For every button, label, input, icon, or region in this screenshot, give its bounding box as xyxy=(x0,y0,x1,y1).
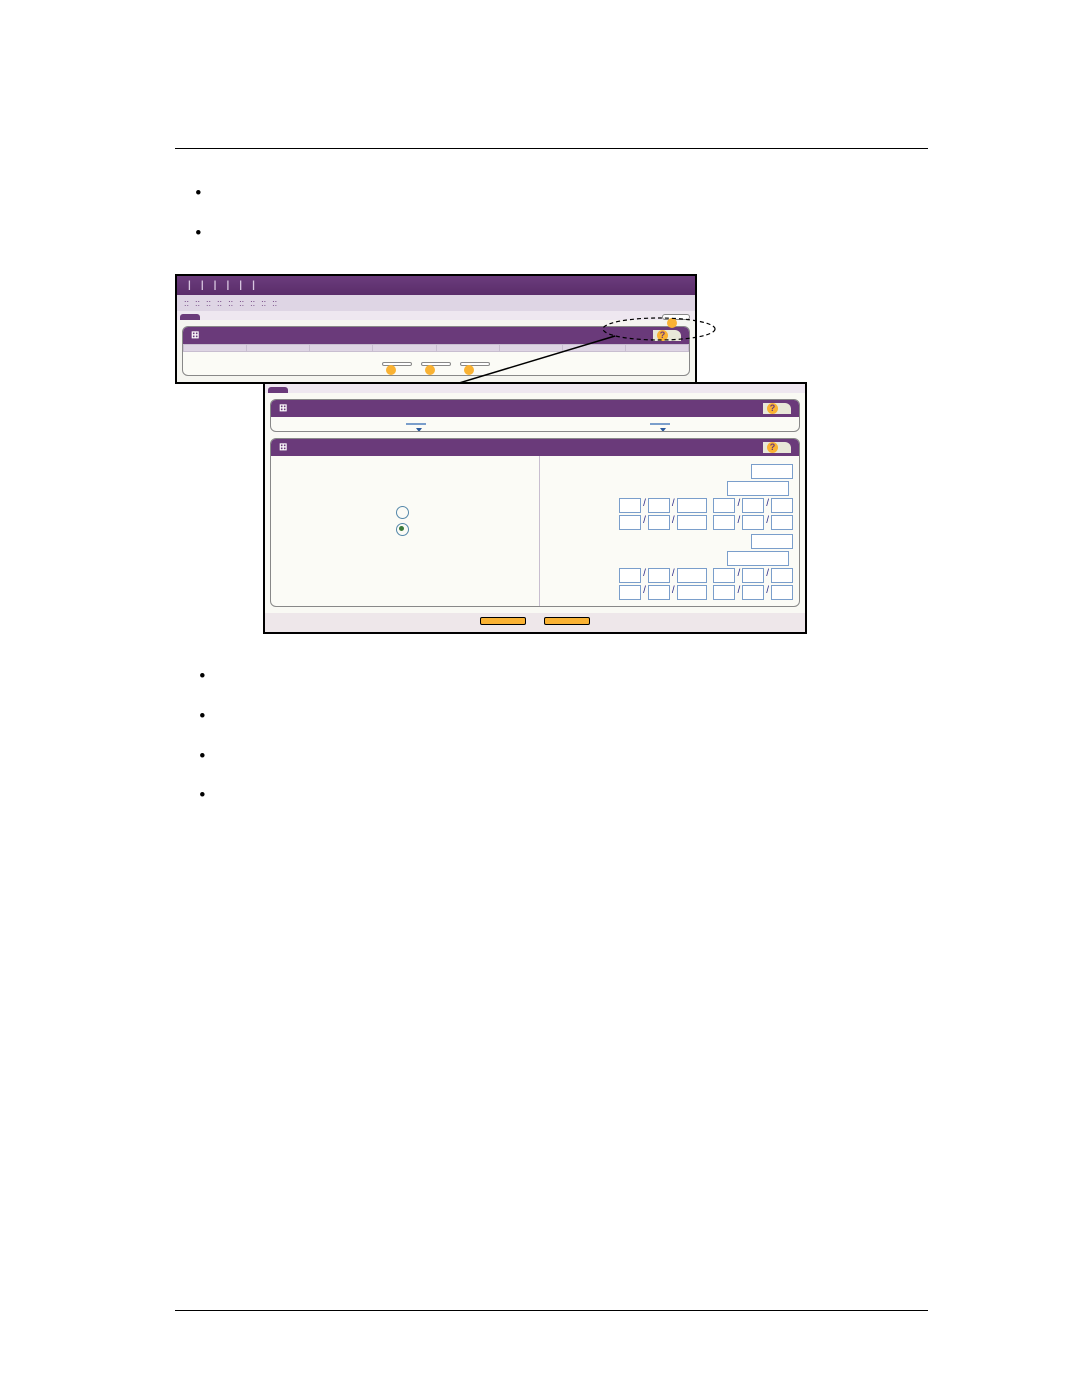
help-link[interactable] xyxy=(763,442,791,453)
auth-question-area xyxy=(271,456,539,606)
col-header xyxy=(562,345,625,352)
panel-title: ⊞ xyxy=(279,442,287,453)
apply-button[interactable] xyxy=(480,617,526,625)
md5-auth-key-input[interactable] xyxy=(727,551,789,566)
date-input[interactable] xyxy=(742,585,764,600)
static-routes-table xyxy=(183,344,689,352)
add-button[interactable] xyxy=(460,362,490,366)
date-input[interactable] xyxy=(677,515,707,530)
panel-title: ⊞ xyxy=(279,403,287,414)
button-row xyxy=(183,352,689,375)
date-input[interactable] xyxy=(619,498,641,513)
delete-button[interactable] xyxy=(421,362,451,366)
auth-panel: ⊞ xyxy=(270,438,800,607)
radio-no[interactable] xyxy=(281,523,529,536)
page-header xyxy=(175,140,928,149)
date-input[interactable] xyxy=(677,568,707,583)
date-input[interactable] xyxy=(771,585,793,600)
rip-direction-select[interactable] xyxy=(406,423,426,425)
md5-key-id-input[interactable] xyxy=(751,534,793,549)
col-header xyxy=(436,345,499,352)
date-input[interactable] xyxy=(771,498,793,513)
bullet-dot: • xyxy=(195,181,215,207)
date-input[interactable] xyxy=(742,515,764,530)
col-header xyxy=(373,345,436,352)
date-input[interactable] xyxy=(677,585,707,600)
date-input[interactable] xyxy=(771,568,793,583)
screenshot-rip-config: ⊞ ⊞ xyxy=(263,382,807,634)
bullet-item: • xyxy=(199,664,928,690)
rip-settings-row xyxy=(271,417,799,431)
sub-nav: :: :: :: :: :: :: :: :::: xyxy=(177,295,695,311)
md5-key-id-input[interactable] xyxy=(751,464,793,479)
date-input[interactable] xyxy=(742,498,764,513)
key-parameters-area: // // // // xyxy=(539,456,800,606)
rip-panel: ⊞ xyxy=(270,399,800,432)
tab-rip-configuration[interactable] xyxy=(268,387,288,393)
page-footer xyxy=(175,1310,928,1317)
date-input[interactable] xyxy=(713,515,735,530)
date-input[interactable] xyxy=(648,585,670,600)
date-input[interactable] xyxy=(713,585,735,600)
date-input[interactable] xyxy=(648,568,670,583)
bullet-item: • xyxy=(199,704,928,730)
bullet-item: • xyxy=(199,783,928,809)
select-all-button[interactable] xyxy=(382,362,412,366)
date-input[interactable] xyxy=(619,568,641,583)
date-input[interactable] xyxy=(677,498,707,513)
col-header xyxy=(625,345,688,352)
bullet-list-top: • • xyxy=(195,181,928,246)
bullet-item: • xyxy=(195,181,928,207)
date-input[interactable] xyxy=(713,498,735,513)
callout-oval xyxy=(599,316,719,342)
col-header xyxy=(247,345,310,352)
action-row xyxy=(265,613,805,632)
date-input[interactable] xyxy=(742,568,764,583)
reset-button[interactable] xyxy=(544,617,590,625)
date-input[interactable] xyxy=(713,568,735,583)
rip-version-select[interactable] xyxy=(650,423,670,425)
help-link[interactable] xyxy=(763,403,791,414)
figure-3-7: | | | | | | :: :: :: :: :: :: :: :::: xyxy=(175,274,928,636)
bullet-list-bottom: • • • • xyxy=(199,664,928,809)
panel-title: ⊞ xyxy=(191,330,199,341)
bullet-dot: • xyxy=(195,221,215,247)
main-nav: | | | | | | xyxy=(177,276,695,295)
col-header xyxy=(499,345,562,352)
col-header xyxy=(310,345,373,352)
date-input[interactable] xyxy=(619,515,641,530)
col-header xyxy=(184,345,247,352)
bullet-item: • xyxy=(199,744,928,770)
date-input[interactable] xyxy=(648,515,670,530)
tab-routing[interactable] xyxy=(180,314,200,320)
bullet-item: • xyxy=(195,221,928,247)
radio-yes[interactable] xyxy=(281,506,529,519)
date-input[interactable] xyxy=(771,515,793,530)
date-input[interactable] xyxy=(648,498,670,513)
date-input[interactable] xyxy=(619,585,641,600)
md5-auth-key-input[interactable] xyxy=(727,481,789,496)
